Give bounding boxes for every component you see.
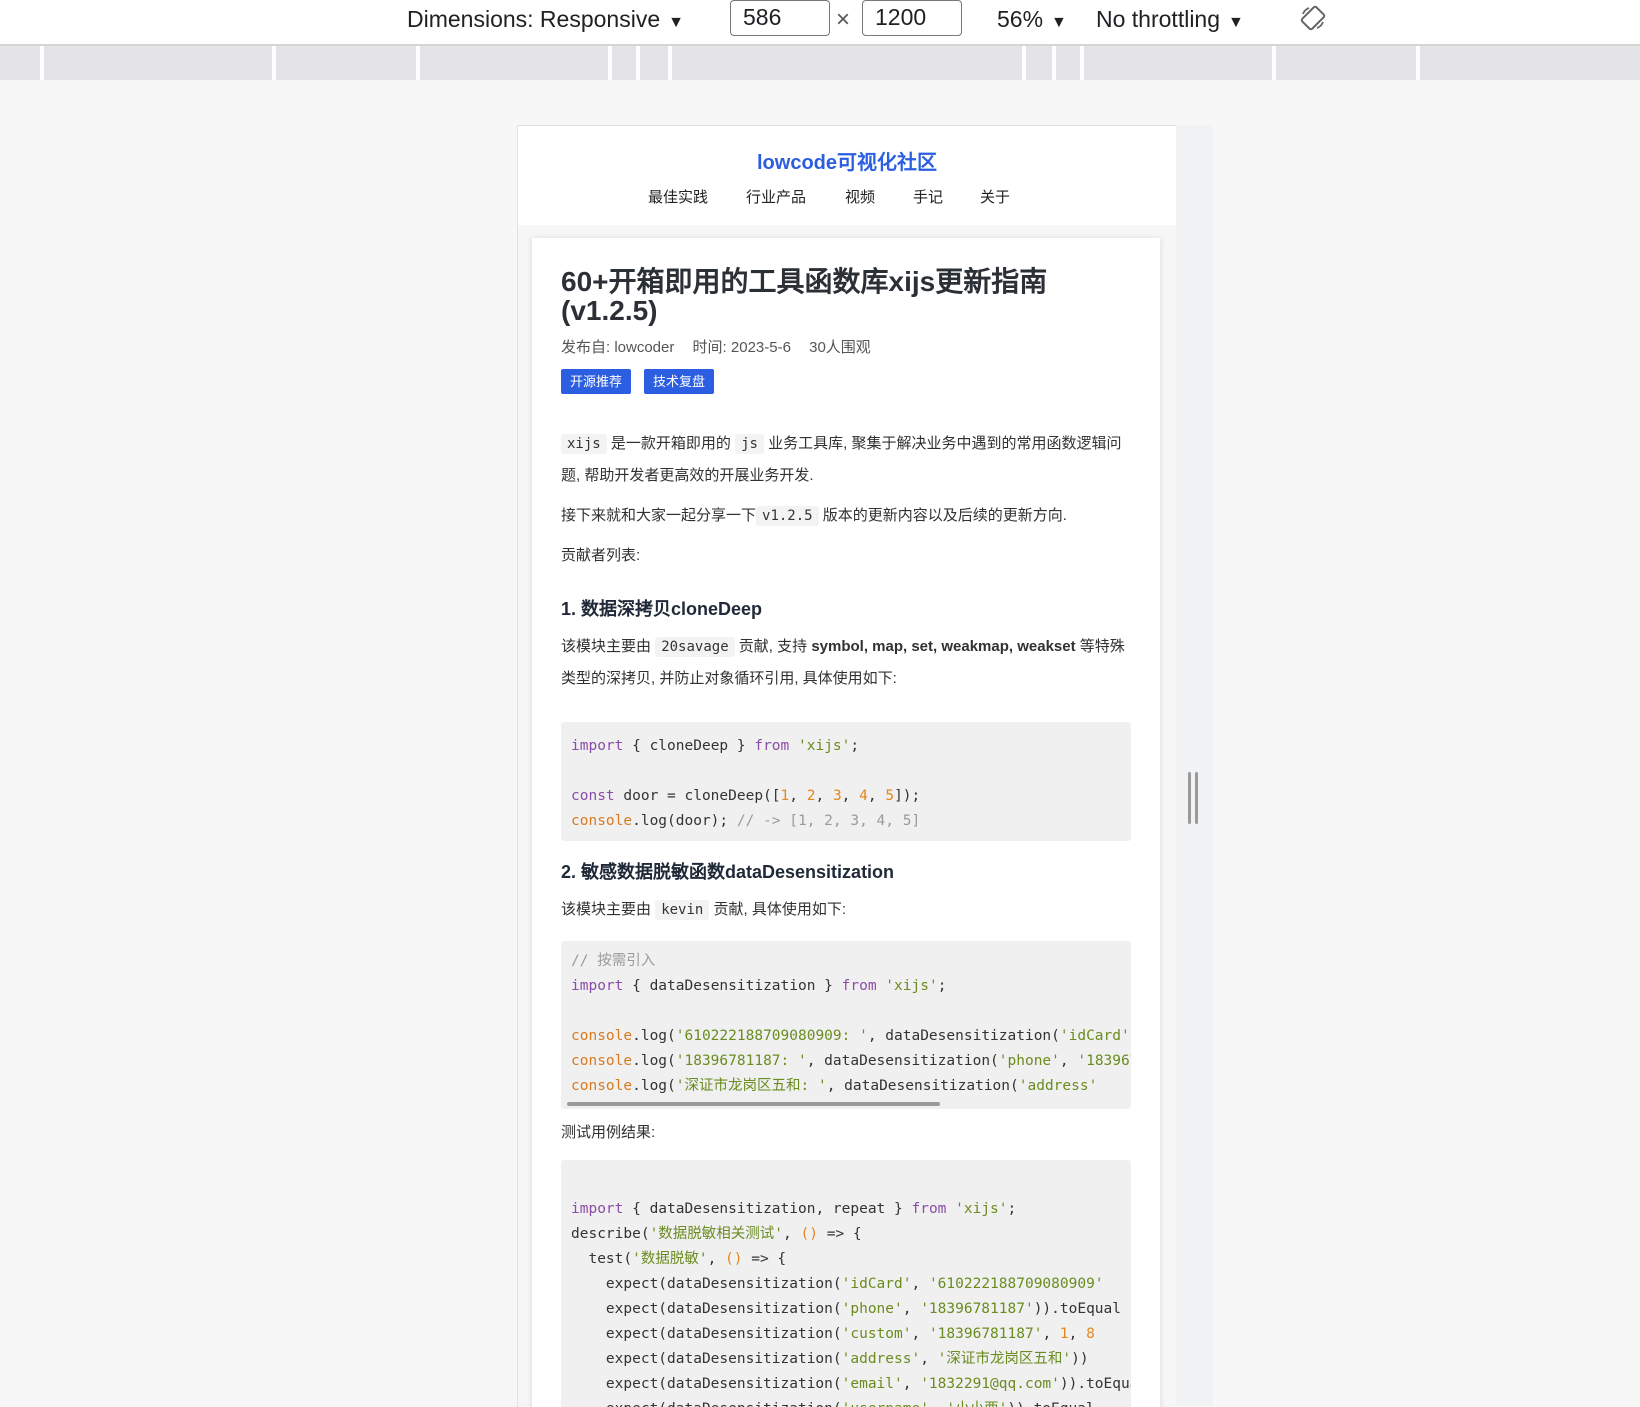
results-label: 测试用例结果: bbox=[561, 1124, 656, 1141]
throttling-label: No throttling bbox=[1096, 6, 1221, 32]
section1-text: 该模块主要由 bbox=[561, 638, 652, 655]
section2-text: 该模块主要由 bbox=[561, 901, 652, 918]
section2-paragraph: 该模块主要由 kevin 贡献, 具体使用如下: bbox=[561, 894, 1131, 926]
height-input[interactable]: 1200 bbox=[862, 0, 962, 36]
emulated-viewport: lowcode可视化社区 最佳实践 行业产品 视频 手记 关于 60+开箱即用的… bbox=[517, 125, 1176, 1407]
section2-text: 贡献, 具体使用如下: bbox=[713, 901, 847, 918]
ruler-divider bbox=[608, 46, 612, 80]
chevron-down-icon: ▼ bbox=[1228, 14, 1244, 31]
media-query-ruler[interactable] bbox=[0, 46, 1640, 80]
intro-text: 是一款开箱即用的 bbox=[610, 435, 731, 452]
devtools-toolbar: Dimensions: Responsive ▼ 586 × 1200 56% ▼ … bbox=[0, 0, 1640, 46]
article-title: 60+开箱即用的工具函数库xijs更新指南(v1.2.5) bbox=[561, 266, 1048, 326]
article-card: 60+开箱即用的工具函数库xijs更新指南(v1.2.5) 发布自: lowco… bbox=[532, 238, 1160, 1407]
contributors-label: 贡献者列表: bbox=[561, 547, 641, 564]
throttling-dropdown[interactable]: No throttling ▼ bbox=[1096, 0, 1244, 38]
chevron-down-icon: ▼ bbox=[668, 14, 684, 31]
zoom-dropdown[interactable]: 56% ▼ bbox=[997, 0, 1067, 38]
code-block-data-desensitization[interactable]: // 按需引入 import { dataDesensitization } f… bbox=[561, 941, 1131, 1109]
meta-author: 发布自: lowcoder bbox=[561, 339, 675, 356]
section1-bold: symbol, map, set, weakmap, weakset bbox=[811, 638, 1076, 655]
ruler-divider bbox=[1022, 46, 1026, 80]
site-header: lowcode可视化社区 最佳实践 行业产品 视频 手记 关于 bbox=[518, 126, 1176, 225]
nav-item-video[interactable]: 视频 bbox=[845, 186, 875, 207]
next-text: 接下来就和大家一起分享一下 bbox=[561, 507, 757, 524]
ruler-divider bbox=[40, 46, 44, 80]
resize-handle[interactable] bbox=[1188, 772, 1191, 824]
code-block-test-cases[interactable]: import { dataDesensitization, repeat } f… bbox=[561, 1160, 1131, 1407]
chevron-down-icon: ▼ bbox=[1051, 14, 1067, 31]
tag-tech-review[interactable]: 技术复盘 bbox=[644, 369, 715, 394]
nav-item-notes[interactable]: 手记 bbox=[913, 186, 943, 207]
inline-code: v1.2.5 bbox=[756, 506, 819, 526]
next-paragraph: 接下来就和大家一起分享一下 v1.2.5 版本的更新内容以及后续的更新方向. bbox=[561, 500, 1131, 532]
site-brand[interactable]: lowcode可视化社区 bbox=[518, 146, 1176, 175]
nav-item-best-practice[interactable]: 最佳实践 bbox=[648, 186, 708, 207]
article-meta: 发布自: lowcoder 时间: 2023-5-6 30人围观 bbox=[561, 336, 885, 357]
meta-views: 30人围观 bbox=[809, 339, 871, 356]
next-text: 版本的更新内容以及后续的更新方向. bbox=[822, 507, 1067, 524]
dimensions-label: Dimensions: Responsive bbox=[407, 6, 661, 32]
width-input[interactable]: 586 bbox=[730, 0, 830, 36]
tag-open-source[interactable]: 开源推荐 bbox=[561, 369, 632, 394]
ruler-divider bbox=[1272, 46, 1276, 80]
meta-time: 时间: 2023-5-6 bbox=[692, 339, 791, 356]
code-block-clone-deep[interactable]: import { cloneDeep } from 'xijs'; const … bbox=[561, 722, 1131, 841]
ruler-divider bbox=[1080, 46, 1084, 80]
ruler-divider bbox=[636, 46, 640, 80]
zoom-label: 56% bbox=[997, 6, 1044, 32]
inline-code: xijs bbox=[561, 434, 607, 454]
section1-text: 贡献, 支持 bbox=[738, 638, 808, 655]
resize-handle[interactable] bbox=[1195, 772, 1198, 824]
intro-paragraph: xijs 是一款开箱即用的 js 业务工具库, 聚集于解决业务中遇到的常用函数逻… bbox=[561, 428, 1131, 492]
inline-code: js bbox=[735, 434, 764, 454]
nav-item-industry-products[interactable]: 行业产品 bbox=[746, 186, 806, 207]
rotate-icon[interactable] bbox=[1300, 5, 1326, 31]
inline-code: kevin bbox=[655, 900, 710, 920]
ruler-divider bbox=[1416, 46, 1420, 80]
ruler-divider bbox=[416, 46, 420, 80]
dimensions-dropdown[interactable]: Dimensions: Responsive ▼ bbox=[407, 0, 684, 38]
horizontal-scrollbar[interactable] bbox=[567, 1102, 940, 1106]
section1-heading: 1. 数据深拷贝cloneDeep bbox=[561, 599, 763, 619]
ruler-divider bbox=[668, 46, 672, 80]
nav-item-about[interactable]: 关于 bbox=[980, 186, 1010, 207]
section2-heading: 2. 敏感数据脱敏函数dataDesensitization bbox=[561, 862, 895, 882]
times-icon: × bbox=[836, 6, 851, 33]
ruler-divider bbox=[1052, 46, 1056, 80]
section1-paragraph: 该模块主要由 20savage 贡献, 支持 symbol, map, set,… bbox=[561, 631, 1131, 695]
resize-gutter bbox=[1175, 125, 1213, 1406]
ruler-divider bbox=[272, 46, 276, 80]
inline-code: 20savage bbox=[655, 637, 735, 657]
